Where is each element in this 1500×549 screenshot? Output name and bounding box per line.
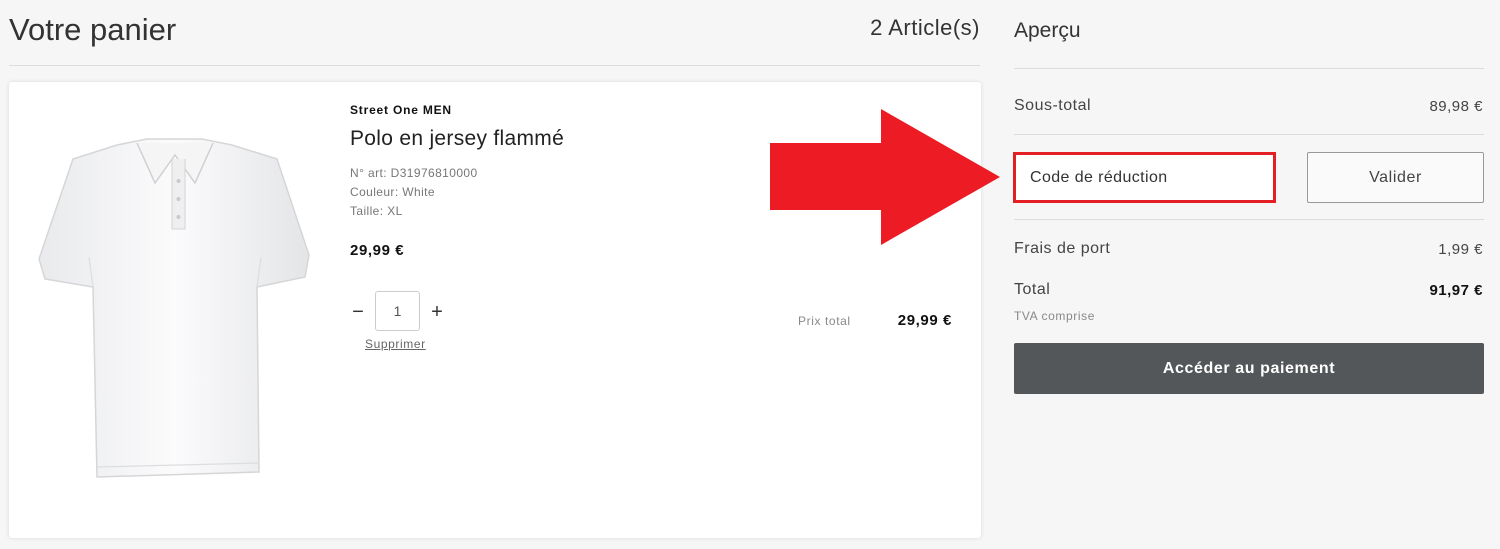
- shipping-label: Frais de port: [1014, 240, 1111, 257]
- cart-title: Votre panier: [9, 12, 177, 47]
- subtotal-value: 89,98 €: [1429, 98, 1483, 115]
- product-size: Taille: XL: [350, 204, 403, 218]
- product-name[interactable]: Polo en jersey flammé: [350, 127, 564, 151]
- red-arrow-icon: [770, 109, 1000, 245]
- shipping-value: 1,99 €: [1438, 241, 1483, 258]
- summary-divider: [1014, 219, 1484, 220]
- subtotal-label: Sous-total: [1014, 97, 1092, 114]
- cart-item-count: 2 Article(s): [870, 15, 980, 40]
- line-total-value: 29,99 €: [897, 312, 952, 329]
- line-total-label: Prix total: [798, 314, 851, 328]
- summary-divider: [1014, 68, 1484, 69]
- quantity-increase-button[interactable]: +: [427, 301, 447, 323]
- discount-code-input[interactable]: [1013, 152, 1276, 203]
- summary-title: Aperçu: [1014, 19, 1081, 42]
- product-unit-price: 29,99 €: [350, 242, 405, 259]
- checkout-button[interactable]: Accéder au paiement: [1014, 343, 1484, 394]
- product-color: Couleur: White: [350, 185, 435, 199]
- summary-divider: [1014, 134, 1484, 135]
- total-value: 91,97 €: [1429, 282, 1483, 299]
- quantity-input[interactable]: [375, 291, 420, 331]
- product-article-number: N° art: D31976810000: [350, 166, 478, 180]
- quantity-decrease-button[interactable]: −: [348, 301, 368, 323]
- validate-discount-button[interactable]: Valider: [1307, 152, 1484, 203]
- vat-note: TVA comprise: [1014, 309, 1095, 323]
- product-brand[interactable]: Street One MEN: [350, 103, 452, 117]
- remove-item-link[interactable]: Supprimer: [365, 337, 426, 351]
- cart-divider: [9, 65, 980, 66]
- total-label: Total: [1014, 281, 1051, 298]
- product-image[interactable]: [37, 137, 312, 482]
